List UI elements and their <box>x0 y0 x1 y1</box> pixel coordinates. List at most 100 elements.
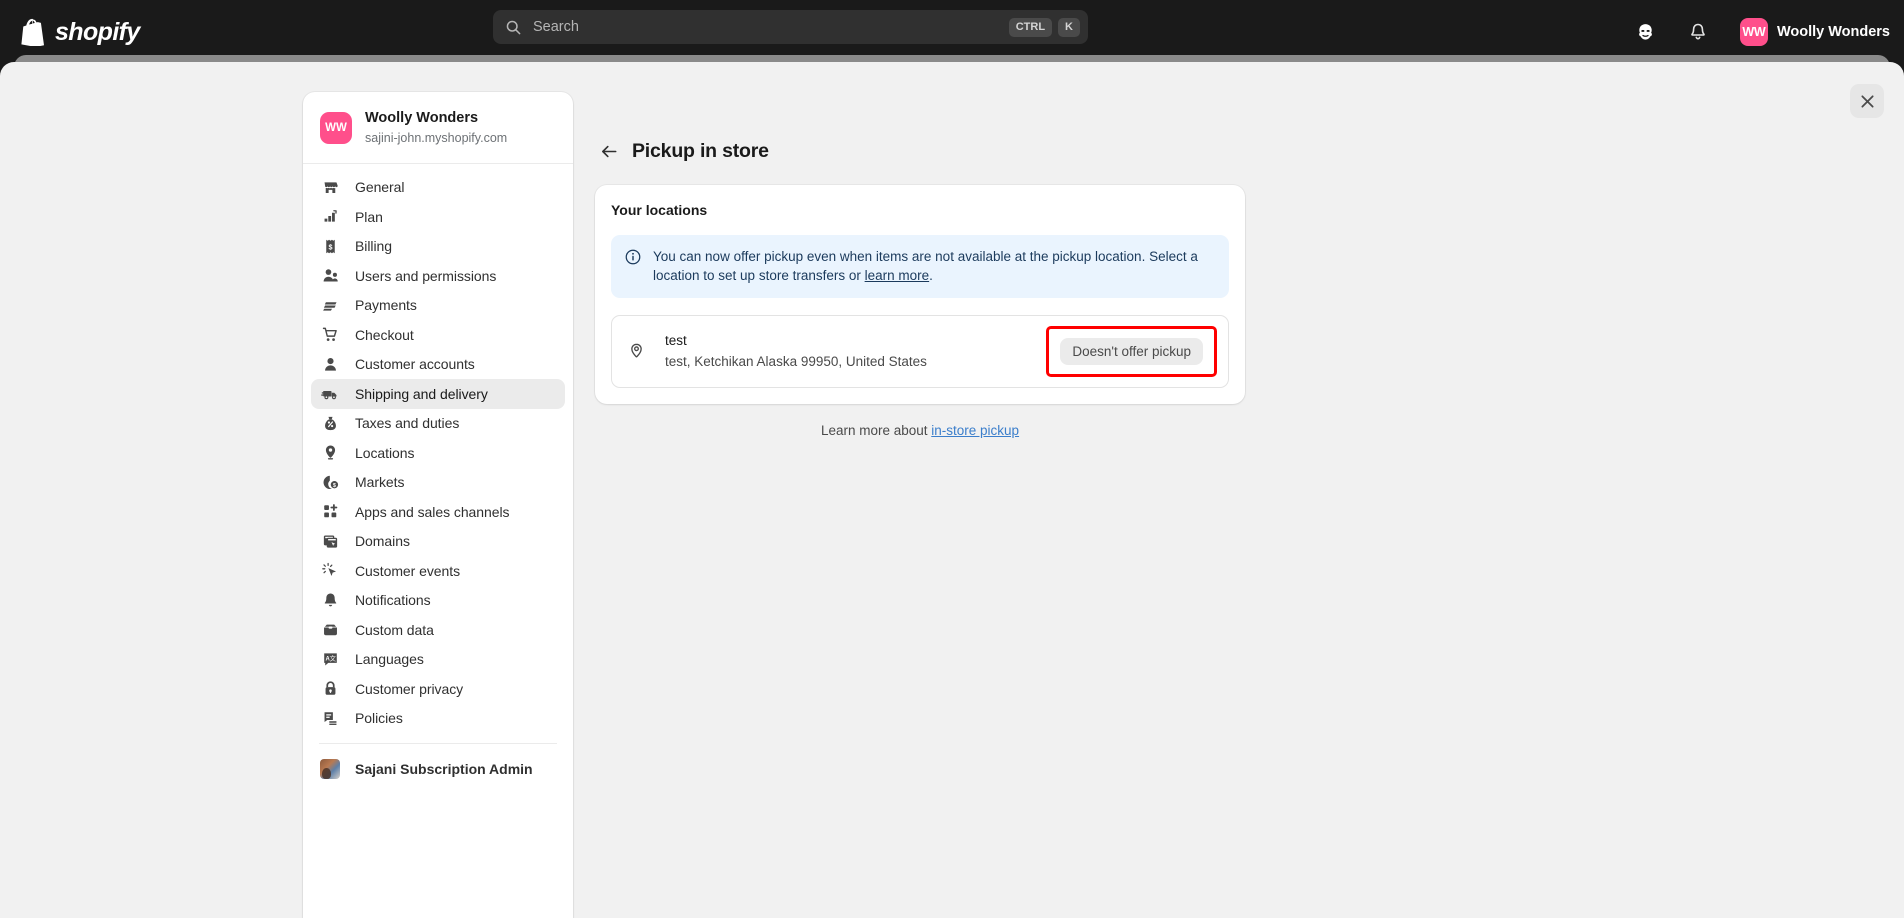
sidebar-item-sajani-subscription-admin[interactable]: Sajani Subscription Admin <box>311 753 565 785</box>
bell-icon <box>320 590 340 610</box>
bell-icon[interactable] <box>1682 16 1714 48</box>
footer-text: Learn more about <box>820 423 932 439</box>
sidebar-item-payments[interactable]: Payments <box>311 290 565 320</box>
settings-sidebar: WW Woolly Wonders sajini-john.myshopify.… <box>303 92 573 918</box>
sidebar-item-languages[interactable]: A文 Languages <box>311 644 565 674</box>
receipt-dollar-icon: $ <box>320 236 340 256</box>
sidebar-item-custom-data[interactable]: Custom data <box>311 615 565 645</box>
sidebar-item-label: Customer privacy <box>355 680 464 697</box>
sidebar-item-shipping-and-delivery[interactable]: Shipping and delivery <box>311 378 565 409</box>
location-name: test <box>665 332 687 348</box>
database-box-icon <box>320 620 340 640</box>
info-banner: You can now offer pickup even when items… <box>611 235 1229 299</box>
sidebar-divider <box>319 743 557 745</box>
main-content: Pickup in store Your locations You can n… <box>595 92 1895 438</box>
sidebar-item-plan[interactable]: Plan <box>311 202 565 232</box>
sidebar-item-label: Customer accounts <box>355 356 475 373</box>
sidebar-item-taxes-and-duties[interactable]: Taxes and duties <box>311 408 565 438</box>
sidebar-item-label: Locations <box>355 444 415 461</box>
shop-name: Woolly Wonders <box>365 110 479 126</box>
kbd-ctrl: CTRL <box>1008 17 1053 37</box>
policies-doc-icon <box>320 708 340 728</box>
footer-learn-more: Learn more about in-store pickup <box>595 423 1245 438</box>
learn-more-link[interactable]: learn more <box>865 268 930 283</box>
shopify-wordmark: shopify <box>55 17 140 46</box>
sidebar-item-label: Notifications <box>355 592 431 609</box>
sidebar-item-billing[interactable]: $ Billing <box>311 231 565 261</box>
shopify-bag-icon <box>21 18 44 46</box>
user-avatar: WW <box>1739 18 1768 46</box>
tax-bag-icon <box>320 413 340 433</box>
sidebar-item-customer-events[interactable]: Customer events <box>311 556 565 586</box>
sidebar-item-locations[interactable]: Locations <box>311 438 565 468</box>
sidebar-item-label: Languages <box>355 651 424 668</box>
info-banner-text: You can now offer pickup even when items… <box>653 247 1215 285</box>
sidebar-item-label: Payments <box>355 297 417 314</box>
shop-avatar: WW <box>320 112 352 145</box>
location-pin-icon <box>320 443 340 463</box>
sidebar-item-general[interactable]: General <box>311 172 565 202</box>
sidebar-item-label: Shipping and delivery <box>355 385 488 402</box>
sidebar-item-label: Checkout <box>355 326 414 343</box>
location-pin-icon <box>627 342 647 361</box>
banner-text-after: . <box>929 268 933 284</box>
svg-text:文: 文 <box>329 653 336 662</box>
sidebar-item-policies[interactable]: Policies <box>311 703 565 733</box>
apps-grid-plus-icon <box>320 502 340 522</box>
sidebar-item-label: Custom data <box>355 621 434 638</box>
sidebar-item-label: Users and permissions <box>355 267 497 284</box>
sidebar-item-apps-and-sales-channels[interactable]: Apps and sales channels <box>311 497 565 527</box>
info-circle-icon <box>625 249 641 270</box>
store-icon <box>320 177 340 197</box>
sidebar-item-label: Apps and sales channels <box>355 503 510 520</box>
svg-text:$: $ <box>328 243 332 251</box>
sidebar-item-label: Domains <box>355 533 410 550</box>
domains-window-icon <box>320 531 340 551</box>
chart-up-icon <box>320 207 340 227</box>
in-store-pickup-link[interactable]: in-store pickup <box>931 423 1019 438</box>
search-shortcut: CTRL K <box>1008 17 1080 37</box>
page-header: Pickup in store <box>599 140 1895 163</box>
kbd-k: K <box>1058 17 1080 37</box>
user-menu[interactable]: WW Woolly Wonders <box>1734 15 1896 49</box>
location-address: test, Ketchikan Alaska 99950, United Sta… <box>665 354 927 370</box>
card-title: Your locations <box>611 202 708 218</box>
sidebar-item-domains[interactable]: Domains <box>311 526 565 556</box>
location-row[interactable]: test test, Ketchikan Alaska 99950, Unite… <box>611 315 1229 389</box>
sidebar-item-customer-accounts[interactable]: Customer accounts <box>311 349 565 379</box>
profile-face-icon[interactable] <box>1630 16 1662 48</box>
cart-icon <box>320 325 340 345</box>
shopify-logo[interactable]: shopify <box>20 18 140 47</box>
cursor-click-icon <box>320 561 340 581</box>
status-badge[interactable]: Doesn't offer pickup <box>1060 338 1203 366</box>
arrow-left-icon[interactable] <box>599 142 619 162</box>
svg-text:$: $ <box>332 483 335 489</box>
users-key-icon <box>320 266 340 286</box>
sidebar-item-label: Taxes and duties <box>355 415 460 432</box>
sidebar-item-notifications[interactable]: Notifications <box>311 585 565 615</box>
shop-header[interactable]: WW Woolly Wonders sajini-john.myshopify.… <box>303 92 573 165</box>
global-search[interactable]: Search CTRL K <box>493 10 1088 44</box>
search-placeholder: Search <box>533 19 579 35</box>
sidebar-item-users-and-permissions[interactable]: Users and permissions <box>311 261 565 291</box>
sidebar-item-markets[interactable]: $ Markets <box>311 467 565 497</box>
sidebar-item-label: Policies <box>355 710 403 727</box>
sidebar-item-checkout[interactable]: Checkout <box>311 320 565 350</box>
app-thumbnail-icon <box>320 759 340 780</box>
payments-card-icon <box>320 295 340 315</box>
search-icon <box>505 19 522 36</box>
settings-nav: General Plan $ Billing Users and permiss… <box>303 164 573 785</box>
user-name: Woolly Wonders <box>1776 24 1890 40</box>
sidebar-item-customer-privacy[interactable]: Customer privacy <box>311 674 565 704</box>
delivery-truck-icon <box>320 384 340 404</box>
sidebar-item-label: Customer events <box>355 562 461 579</box>
sidebar-item-label: Billing <box>355 238 393 255</box>
lock-icon <box>320 679 340 699</box>
sidebar-item-label: General <box>355 179 405 196</box>
sidebar-item-label: Markets <box>355 474 405 491</box>
locations-card: Your locations You can now offer pickup … <box>595 185 1245 405</box>
pickup-status-highlight: Doesn't offer pickup <box>1046 326 1217 378</box>
globe-dollar-icon: $ <box>320 472 340 492</box>
sidebar-app-label: Sajani Subscription Admin <box>355 761 533 778</box>
person-icon <box>320 354 340 374</box>
